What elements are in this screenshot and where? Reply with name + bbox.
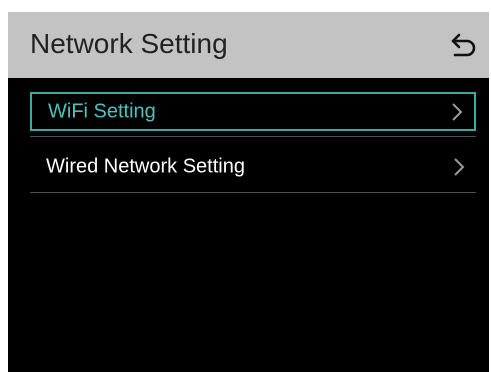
- back-button[interactable]: [445, 26, 483, 64]
- page-title: Network Setting: [30, 28, 228, 59]
- settings-screen: Network Setting WiFi Setting Wired Netwo…: [8, 12, 489, 372]
- back-arrow-icon: [451, 33, 476, 57]
- chevron-right-icon: [452, 102, 463, 121]
- divider: [30, 136, 476, 137]
- menu-item-wired-network-setting[interactable]: Wired Network Setting: [30, 147, 476, 186]
- divider: [30, 192, 476, 193]
- menu-item-wifi-setting[interactable]: WiFi Setting: [30, 92, 476, 131]
- chevron-right-icon: [454, 157, 465, 176]
- menu-item-label: Wired Network Setting: [46, 155, 245, 177]
- header-bar: Network Setting: [8, 12, 489, 78]
- menu-item-label: WiFi Setting: [48, 100, 156, 122]
